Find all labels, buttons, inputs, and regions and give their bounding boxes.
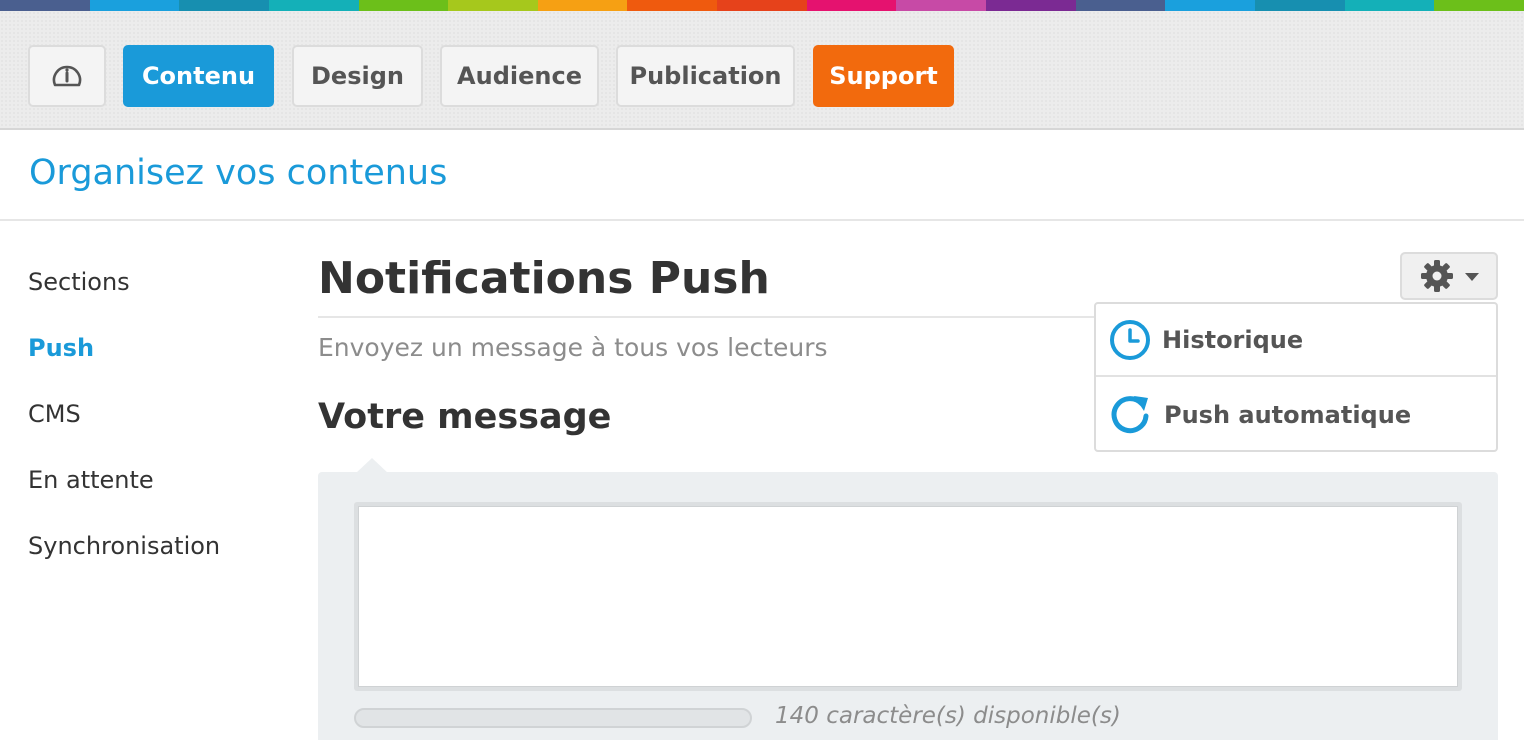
sidebar-item-sections[interactable]: Sections: [28, 268, 130, 296]
brand-color-stripe: [0, 0, 1524, 11]
refresh-icon: [1111, 396, 1149, 434]
stripe-segment: [1434, 0, 1524, 11]
settings-dropdown-menu: Historique Push automatique: [1094, 302, 1498, 452]
page-title: Organisez vos contenus: [29, 153, 448, 193]
menu-item-historique[interactable]: Historique: [1096, 304, 1496, 377]
stripe-segment: [89, 0, 180, 11]
stripe-segment: [1075, 0, 1166, 11]
title-divider: [0, 219, 1524, 221]
menu-item-label: Historique: [1162, 325, 1304, 354]
stripe-segment: [448, 0, 538, 11]
stripe-segment: [717, 0, 807, 11]
caret-down-icon: [1465, 273, 1479, 281]
stripe-segment: [1165, 0, 1255, 11]
sidebar-item-en-attente[interactable]: En attente: [28, 466, 154, 494]
menu-item-label: Push automatique: [1164, 400, 1412, 429]
stripe-segment: [896, 0, 987, 11]
top-nav-bar: Contenu Design Audience Publication Supp…: [0, 11, 1524, 130]
sidebar-item-cms[interactable]: CMS: [28, 400, 81, 428]
nav-tab-publication[interactable]: Publication: [616, 45, 795, 107]
main-heading: Notifications Push: [318, 253, 770, 304]
nav-tab-support[interactable]: Support: [813, 45, 954, 107]
gear-icon: [1421, 260, 1453, 292]
nav-tab-audience[interactable]: Audience: [440, 45, 599, 107]
dashboard-gauge-icon: [52, 65, 82, 87]
message-textarea-wrapper: [354, 502, 1462, 691]
stripe-segment: [358, 0, 449, 11]
stripe-segment: [0, 0, 90, 11]
dashboard-button[interactable]: [28, 45, 106, 107]
stripe-segment: [986, 0, 1076, 11]
clock-icon: [1110, 320, 1150, 360]
stripe-segment: [627, 0, 718, 11]
nav-tab-contenu[interactable]: Contenu: [123, 45, 274, 107]
stripe-segment: [1344, 0, 1435, 11]
stripe-segment: [179, 0, 269, 11]
sidebar-item-push[interactable]: Push: [28, 334, 94, 362]
character-progress-bar: [354, 708, 752, 728]
message-textarea[interactable]: [358, 506, 1458, 687]
stripe-segment: [1254, 0, 1345, 11]
sidebar-item-synchronisation[interactable]: Synchronisation: [28, 532, 220, 560]
stripe-segment: [537, 0, 628, 11]
stripe-segment: [806, 0, 897, 11]
subtitle: Envoyez un message à tous vos lecteurs: [318, 333, 828, 362]
panel-pointer: [356, 458, 388, 473]
section-heading: Votre message: [318, 397, 612, 437]
stripe-segment: [268, 0, 359, 11]
menu-item-push-automatique[interactable]: Push automatique: [1096, 378, 1496, 451]
nav-tab-design[interactable]: Design: [292, 45, 423, 107]
characters-remaining-label: 140 caractère(s) disponible(s): [775, 703, 1121, 729]
settings-dropdown-button[interactable]: [1400, 252, 1498, 300]
